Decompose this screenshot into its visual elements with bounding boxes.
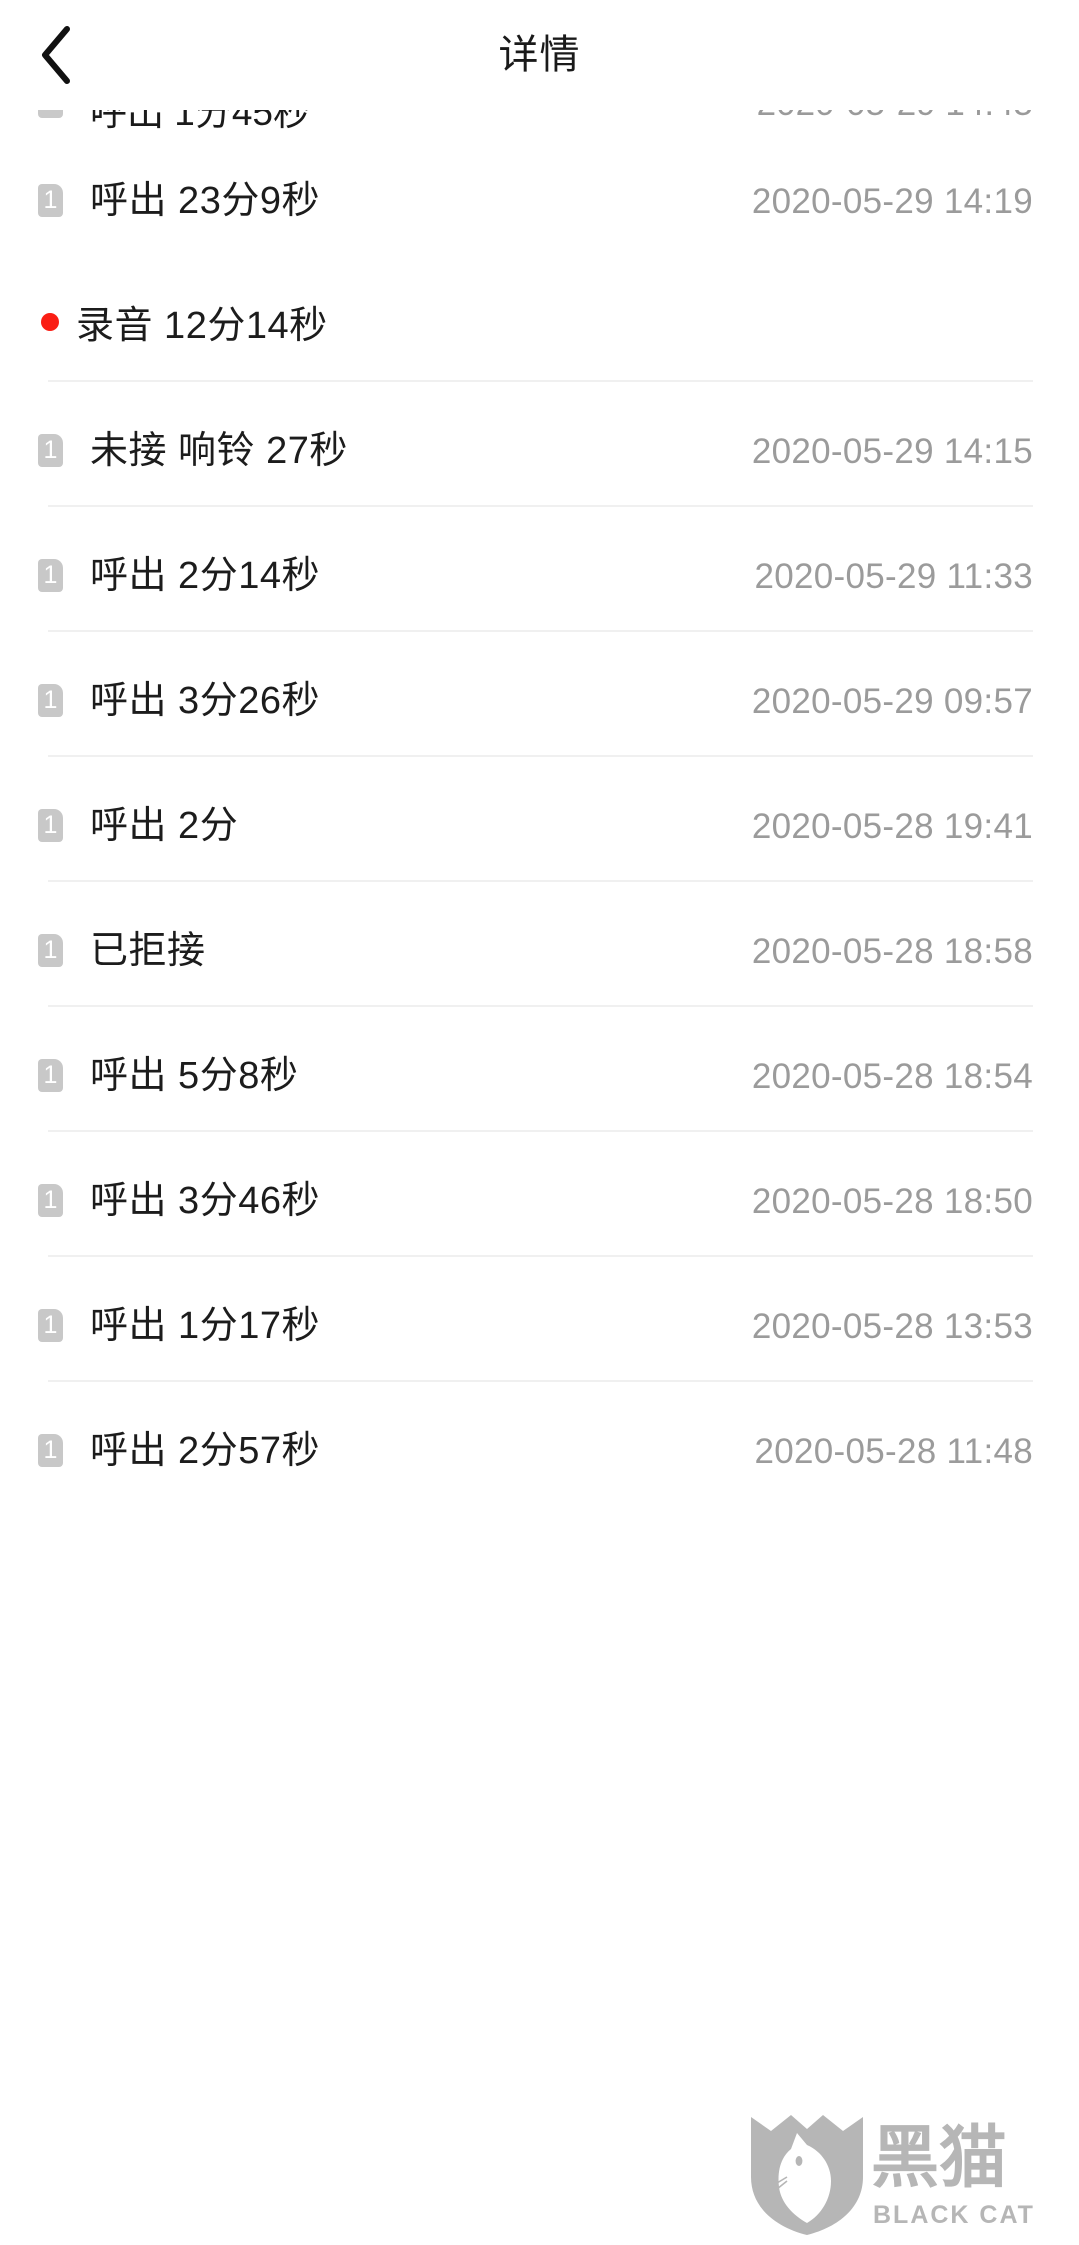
recording-label: 录音 12分14秒	[76, 305, 328, 347]
call-type-label: 呼出 5分8秒	[90, 1055, 299, 1097]
sim-card-badge: 1	[38, 684, 63, 717]
sim-card-badge: 1	[38, 1434, 63, 1467]
call-timestamp: 2020-05-28 19:41	[751, 807, 1033, 846]
call-log-row[interactable]: 1 呼出 3分46秒 2020-05-28 18:50	[0, 1132, 1079, 1257]
call-log-row[interactable]: 1 呼出 2分14秒 2020-05-29 11:33	[0, 507, 1079, 632]
call-log-row[interactable]: 1 呼出 1分17秒 2020-05-28 13:53	[0, 1257, 1079, 1382]
svg-text:黑猫: 黑猫	[871, 2120, 1007, 2195]
call-type-label: 呼出 2分57秒	[90, 1430, 320, 1472]
watermark-chinese-text: 黑猫	[871, 2119, 1071, 2196]
call-log-row[interactable]: 录音 12分14秒	[0, 257, 1079, 382]
black-cat-shield-icon	[747, 2111, 867, 2237]
call-timestamp: 2020-05-28 11:48	[754, 1432, 1033, 1471]
navigation-bar: 详情	[0, 0, 1079, 110]
sim-card-badge: 1	[38, 184, 63, 217]
recording-dot-icon	[41, 313, 59, 331]
call-type-label: 呼出 2分	[90, 805, 239, 847]
call-timestamp: 2020-05-28 18:58	[751, 932, 1033, 971]
call-type-label: 已拒接	[90, 930, 206, 972]
call-type-label: 呼出 3分46秒	[90, 1180, 320, 1222]
call-type-label: 呼出 2分14秒	[90, 555, 320, 597]
watermark-english-text: BLACK CAT	[873, 2201, 1035, 2229]
call-log-row[interactable]: 1 已拒接 2020-05-28 18:58	[0, 882, 1079, 1007]
sim-card-badge: 1	[38, 1184, 63, 1217]
call-type-label: 呼出 1分17秒	[90, 1305, 320, 1347]
sim-card-badge: 1	[38, 1059, 63, 1092]
clipped-partial-row: 呼出 1分45秒 2020-05-29 14:45	[0, 110, 1079, 132]
call-log-row[interactable]: 1 呼出 5分8秒 2020-05-28 18:54	[0, 1007, 1079, 1132]
call-log-row[interactable]: 1 未接 响铃 27秒 2020-05-29 14:15	[0, 382, 1079, 507]
call-log-row[interactable]: 1 呼出 2分 2020-05-28 19:41	[0, 757, 1079, 882]
call-timestamp: 2020-05-29 09:57	[751, 682, 1033, 721]
call-timestamp: 2020-05-28 13:53	[751, 1307, 1033, 1346]
call-timestamp: 2020-05-29 14:19	[751, 182, 1033, 221]
sim-card-badge: 1	[38, 1309, 63, 1342]
sim-card-badge: 1	[38, 559, 63, 592]
call-timestamp: 2020-05-29 14:15	[751, 432, 1033, 471]
call-log-row[interactable]: 1 呼出 3分26秒 2020-05-29 09:57	[0, 632, 1079, 757]
call-type-label: 呼出 23分9秒	[90, 180, 320, 222]
call-timestamp: 2020-05-29 11:33	[754, 557, 1033, 596]
sim-badge	[38, 110, 63, 118]
black-cat-watermark: 黑猫 BLACK CAT	[739, 2097, 1069, 2237]
call-history-list: 1 呼出 23分9秒 2020-05-29 14:19 录音 12分14秒 1 未接 响铃…	[0, 132, 1079, 1507]
call-timestamp: 2020-05-29 14:45	[757, 110, 1033, 124]
call-log-row[interactable]: 1 呼出 23分9秒 2020-05-29 14:19	[0, 132, 1079, 257]
call-type-label: 未接 响铃 27秒	[90, 430, 348, 472]
call-log-row[interactable]: 1 呼出 2分57秒 2020-05-28 11:48	[0, 1382, 1079, 1507]
call-timestamp: 2020-05-28 18:54	[751, 1057, 1033, 1096]
call-type-label: 呼出 3分26秒	[90, 680, 320, 722]
sim-card-badge: 1	[38, 809, 63, 842]
call-timestamp: 2020-05-28 18:50	[751, 1182, 1033, 1221]
sim-card-badge: 1	[38, 434, 63, 467]
page-title: 详情	[498, 33, 581, 77]
call-type-label: 呼出 1分45秒	[90, 110, 311, 132]
sim-card-badge: 1	[38, 934, 63, 967]
